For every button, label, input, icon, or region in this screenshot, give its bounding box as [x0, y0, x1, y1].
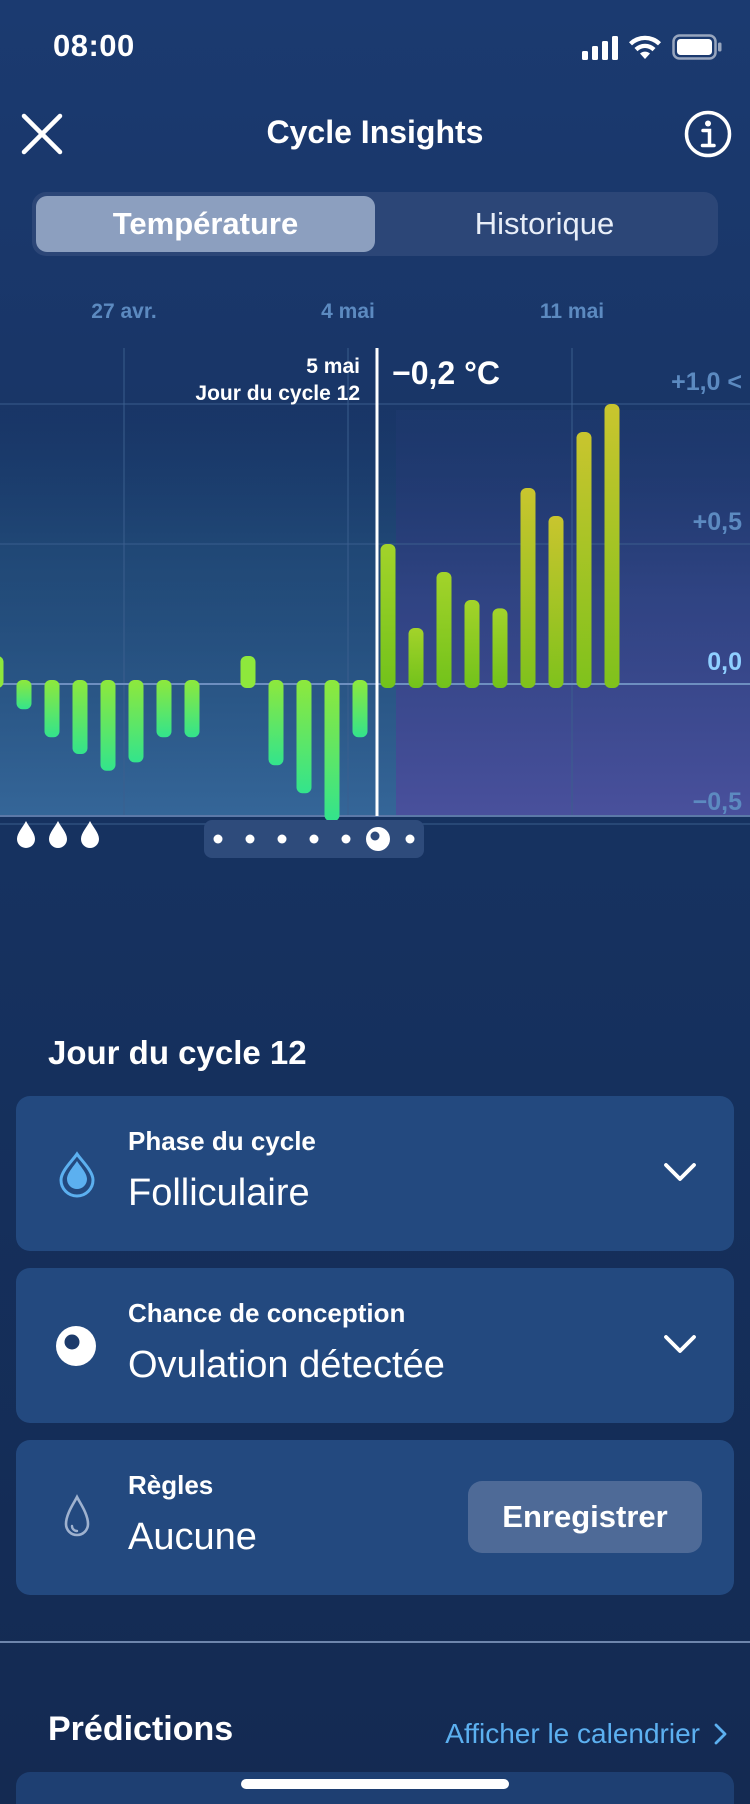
period-drops-legend: [17, 821, 99, 848]
battery-icon: [672, 34, 722, 60]
period-value: Aucune: [128, 1516, 257, 1558]
period-label: Règles: [128, 1470, 214, 1500]
chart-bar[interactable]: [268, 680, 284, 766]
chart-bar[interactable]: [604, 404, 620, 688]
wifi-icon: [629, 35, 661, 59]
chart-bar[interactable]: [44, 680, 60, 738]
chart-bar[interactable]: [324, 680, 340, 822]
x-tick-label: 4 mai: [321, 300, 375, 323]
phase-label: Phase du cycle: [128, 1126, 316, 1156]
chart-bar[interactable]: [72, 680, 88, 754]
page-dot-pupil: [370, 831, 380, 841]
drop-icon: [81, 821, 99, 848]
chart-bar[interactable]: [352, 680, 368, 738]
chart-bar[interactable]: [464, 600, 480, 688]
page-dot[interactable]: [245, 834, 255, 844]
temperature-chart[interactable]: 27 avr. 4 mai 11 mai +1,0 < +0,5 0,0 −0,…: [0, 280, 750, 980]
record-period-button[interactable]: Enregistrer: [468, 1481, 702, 1553]
section-divider: [0, 1641, 750, 1643]
show-calendar-label: Afficher le calendrier: [445, 1718, 700, 1749]
page-dot[interactable]: [405, 834, 415, 844]
chart-bar[interactable]: [128, 680, 144, 763]
tab-history[interactable]: Historique: [375, 196, 714, 252]
home-indicator: [241, 1779, 509, 1789]
chart-bar[interactable]: [156, 680, 172, 738]
chevron-down-icon[interactable]: [660, 1324, 700, 1364]
header: Cycle Insights: [0, 100, 750, 170]
phase-card[interactable]: Phase du cycle Folliculaire: [16, 1096, 734, 1251]
drop-icon: [17, 821, 35, 848]
drop-outline-icon: [64, 1494, 90, 1537]
view-segmented-control: Température Historique: [32, 192, 718, 256]
status-bar: 08:00: [0, 0, 750, 92]
period-card: Règles Aucune Enregistrer: [16, 1440, 734, 1595]
chart-bar[interactable]: [520, 488, 536, 688]
ovulation-eye-icon: [56, 1326, 96, 1366]
page-dot[interactable]: [309, 834, 319, 844]
chart-bar[interactable]: [184, 680, 200, 738]
chart-bar[interactable]: [492, 608, 508, 688]
signal-icon: [582, 36, 618, 60]
info-button[interactable]: [682, 108, 734, 160]
page-dot[interactable]: [213, 834, 223, 844]
chart-bar[interactable]: [0, 656, 4, 688]
selected-date-label: 5 mai: [306, 355, 360, 378]
status-time: 08:00: [53, 28, 135, 63]
chart-bar[interactable]: [408, 628, 424, 688]
chart-bar[interactable]: [240, 656, 256, 688]
show-calendar-link[interactable]: Afficher le calendrier: [445, 1718, 728, 1750]
tab-temperature[interactable]: Température: [36, 196, 375, 252]
page-dot[interactable]: [341, 834, 351, 844]
chart-bar[interactable]: [380, 544, 396, 688]
y-tick-label: +1,0 <: [671, 368, 742, 396]
page-dot[interactable]: [277, 834, 287, 844]
selected-cycle-day-label: Jour du cycle 12: [195, 382, 360, 405]
chevron-right-icon: [714, 1723, 727, 1745]
chart-bar[interactable]: [296, 680, 312, 794]
status-icons: [582, 30, 722, 64]
chevron-down-icon[interactable]: [660, 1152, 700, 1192]
chart-bar[interactable]: [100, 680, 116, 771]
predictions-title: Prédictions: [48, 1710, 234, 1748]
cycle-day-title: Jour du cycle 12: [48, 1034, 307, 1071]
conception-card[interactable]: Chance de conception Ovulation détectée: [16, 1268, 734, 1423]
chart-bar[interactable]: [548, 516, 564, 688]
conception-value: Ovulation détectée: [128, 1344, 445, 1386]
info-icon: [684, 110, 732, 158]
x-tick-label: 11 mai: [540, 300, 604, 323]
chart-bar[interactable]: [576, 432, 592, 688]
chart-bar[interactable]: [436, 572, 452, 688]
conception-label: Chance de conception: [128, 1298, 406, 1328]
y-tick-label: 0,0: [707, 648, 742, 676]
chart-bar[interactable]: [16, 680, 32, 710]
y-tick-label: +0,5: [693, 508, 742, 536]
drop-filled-icon: [59, 1151, 95, 1198]
page-title: Cycle Insights: [266, 114, 484, 150]
temperature-chart-svg: 27 avr. 4 mai 11 mai +1,0 < +0,5 0,0 −0,…: [0, 300, 750, 858]
phase-value: Folliculaire: [128, 1172, 310, 1214]
app-screen: 08:00 Cycle Insights Température Histori…: [0, 0, 750, 1804]
selected-value-label: −0,2 °C: [392, 355, 500, 391]
x-tick-label: 27 avr.: [91, 300, 156, 323]
drop-icon: [49, 821, 67, 848]
y-tick-label: −0,5: [693, 788, 742, 816]
